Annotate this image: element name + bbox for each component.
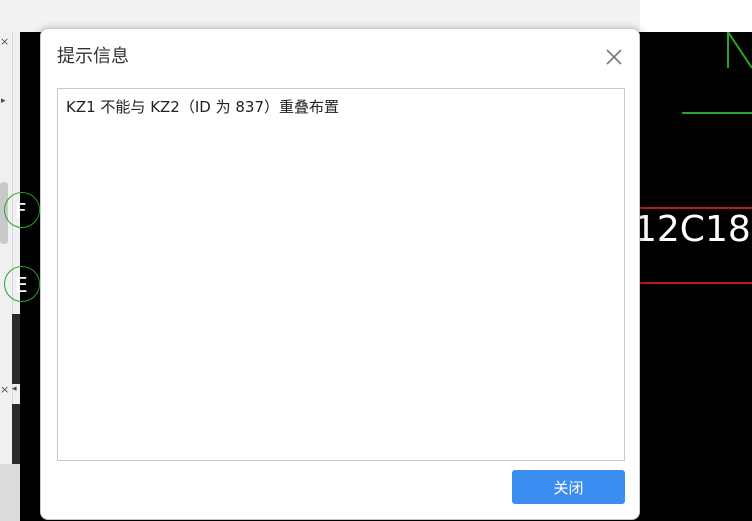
axis-marker-e: E [4,266,40,302]
dialog-title: 提示信息 [57,46,129,67]
app-top-bar-right [640,0,752,32]
close-icon[interactable] [601,44,627,70]
panel-grey-band [0,464,20,521]
close-button[interactable]: 关闭 [512,470,625,504]
axis-marker-f-label: F [15,199,27,223]
message-text: KZ1 不能与 KZ2（ID 为 837）重叠布置 [66,98,339,116]
panel-dark-band [12,314,20,384]
axis-marker-e-label: E [15,273,28,297]
panel-close-icon-2[interactable]: × [0,384,9,396]
message-textbox[interactable]: KZ1 不能与 KZ2（ID 为 837）重叠布置 [57,88,625,461]
panel-expand-arrow-icon[interactable]: ▸ [1,96,6,106]
message-dialog: 提示信息 KZ1 不能与 KZ2（ID 为 837）重叠布置 关闭 [40,28,640,520]
cad-rebar-annotation: 12C18 [634,209,751,250]
panel-dark-band-2 [12,404,20,464]
green-letter-stroke-2 [727,32,752,69]
panel-close-icon[interactable]: × [0,36,9,48]
axis-marker-f: F [4,192,40,228]
close-icon-graphic [606,49,622,65]
panel-collapse-arrow-icon[interactable]: ◂ [12,384,17,394]
